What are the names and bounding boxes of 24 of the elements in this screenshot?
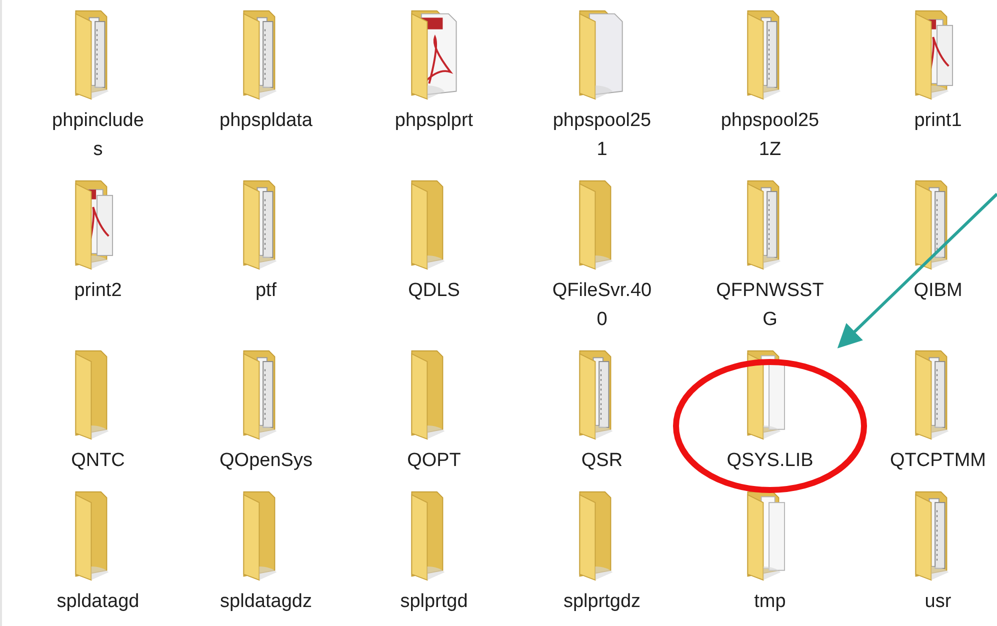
folder-name[interactable]: print2 [74, 276, 122, 305]
folder-name[interactable]: phpspool25 1Z [720, 106, 820, 164]
folder-name[interactable]: ptf [255, 276, 277, 305]
folder-name[interactable]: QIBM [914, 276, 962, 305]
folder-name[interactable]: QTCPTMM [890, 446, 986, 475]
folder-name[interactable]: spldatagdz [220, 587, 312, 616]
folder-name[interactable]: QFPNWSST G [716, 276, 824, 334]
folder-name[interactable]: QDLS [408, 276, 460, 305]
folder-name[interactable]: phpspldata [220, 106, 312, 135]
folder-name[interactable]: usr [924, 587, 952, 616]
folder-name[interactable]: QFileSvr.40 0 [552, 276, 652, 334]
folder-name[interactable]: spldatagd [56, 587, 140, 616]
folder-name[interactable]: splprtgdz [563, 587, 641, 616]
folder-name[interactable]: print1 [914, 106, 962, 135]
folder-name[interactable]: tmp [754, 587, 786, 616]
folder-name[interactable]: QOPT [407, 446, 461, 475]
folder-name[interactable]: QSYS.LIB [726, 446, 814, 475]
folder-name[interactable]: QOpenSys [220, 446, 312, 475]
folder-name[interactable]: QNTC [71, 446, 125, 475]
folder-name[interactable]: splprtgd [400, 587, 468, 616]
folder-name[interactable]: phpsplprt [394, 106, 474, 135]
folder-name[interactable]: phpinclude s [52, 106, 144, 164]
folder-name[interactable]: phpspool25 1 [552, 106, 652, 164]
folder-name[interactable]: QSR [581, 446, 623, 475]
